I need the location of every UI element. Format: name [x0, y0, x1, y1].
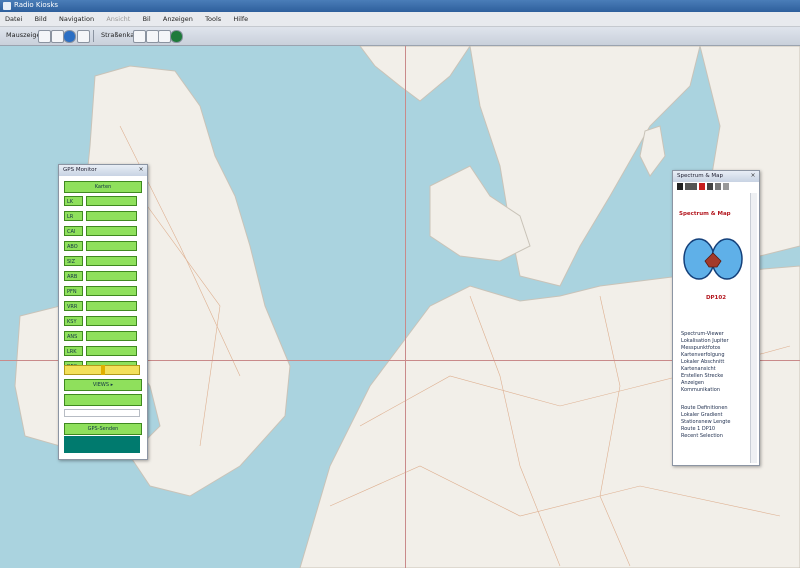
- info-line: Recent Selection: [681, 433, 723, 439]
- row-bar-siz[interactable]: [86, 256, 137, 266]
- menu-item-bild[interactable]: Bild: [30, 12, 52, 26]
- info-panel-title-bar: Spectrum & Map ×: [673, 171, 759, 182]
- info-line: Lokaler Gradient: [681, 412, 723, 418]
- row-bar-lrk[interactable]: [86, 346, 137, 356]
- info-line: Anzeigen: [681, 380, 705, 386]
- station-code: DP102: [705, 295, 727, 301]
- row-bar-pfn[interactable]: [86, 286, 137, 296]
- toolbar-separator: [93, 30, 94, 42]
- title-bar: Radio Kiosks: [0, 0, 800, 12]
- row-bar-ksy[interactable]: [86, 316, 137, 326]
- grid-line-vertical: [405, 46, 406, 568]
- globe-icon[interactable]: [63, 30, 76, 43]
- row-label-siz[interactable]: SIZ: [64, 256, 83, 266]
- info-line: Lokaler Abschnitt: [681, 359, 725, 365]
- info-text-block-2: Route Definitionen Lokaler Gradient Stat…: [673, 405, 751, 440]
- info-line: Erstellen Strecke: [681, 373, 724, 379]
- close-icon[interactable]: ×: [137, 166, 145, 174]
- window-title: Radio Kiosks: [14, 1, 59, 9]
- menu-item-navigation[interactable]: Navigation: [54, 12, 99, 26]
- menu-item-tools[interactable]: Tools: [200, 12, 226, 26]
- info-line: Kartenverfolgung: [681, 352, 725, 358]
- row-label-ans[interactable]: ANS: [64, 331, 83, 341]
- marker-icon[interactable]: [699, 183, 705, 190]
- gps-send-button[interactable]: GPS-Senden: [64, 423, 142, 435]
- row-bar-lr[interactable]: [86, 211, 137, 221]
- app-icon: [3, 2, 11, 10]
- record-icon[interactable]: [677, 183, 683, 190]
- settings-icon[interactable]: [723, 183, 729, 190]
- row-bar-cai[interactable]: [86, 226, 137, 236]
- menu-item-ansicht[interactable]: Ansicht: [101, 12, 135, 26]
- row-label-lk[interactable]: LK: [64, 196, 83, 206]
- karten-button[interactable]: Karten: [64, 181, 142, 193]
- row-label-ksy[interactable]: KSY: [64, 316, 83, 326]
- info-scrollbar[interactable]: [750, 193, 757, 463]
- info-line: Lokalisation Jupiter: [681, 338, 729, 344]
- gps-panel-title-bar: GPS Monitor ×: [59, 165, 147, 176]
- spectrum-icon[interactable]: [685, 183, 697, 190]
- info-toolbar: [677, 183, 755, 192]
- spare-button[interactable]: [64, 394, 142, 406]
- menu-item-anzeigen[interactable]: Anzeigen: [158, 12, 198, 26]
- info-line: Kommunikation: [681, 387, 721, 393]
- zoom-tool-button[interactable]: [77, 30, 90, 43]
- row-bar-lk[interactable]: [86, 196, 137, 206]
- info-line: Messpunktfotos: [681, 345, 721, 351]
- toolbar: Mauszeiger Straßenkarte: [0, 27, 800, 46]
- info-text-block-1: Spectrum-Viewer Lokalisation Jupiter Mes…: [673, 331, 751, 394]
- row-bar-arb[interactable]: [86, 271, 137, 281]
- row-bar-abo[interactable]: [86, 241, 137, 251]
- info-line: Stationsnew Lengte: [681, 419, 731, 425]
- spectrum-map-panel: Spectrum & Map × Spectrum & Map DP102 Sp…: [672, 170, 760, 466]
- globe-map-icon: [683, 238, 743, 280]
- land-norway: [359, 46, 471, 102]
- list-icon[interactable]: [715, 183, 721, 190]
- views-button[interactable]: VIEWS ▸: [64, 379, 142, 391]
- row-label-vrr[interactable]: VRR: [64, 301, 83, 311]
- menu-bar: Datei Bild Navigation Ansicht Bil Anzeig…: [0, 12, 800, 27]
- row-bar-vrr[interactable]: [86, 301, 137, 311]
- gps-monitor-panel: GPS Monitor × Karten LK LR CAI ABO SIZ A…: [58, 164, 148, 460]
- menu-item-hilfe[interactable]: Hilfe: [228, 12, 253, 26]
- gps-panel-title: GPS Monitor: [63, 167, 97, 173]
- record-icon[interactable]: [170, 30, 183, 43]
- info-line: Route Definitionen: [681, 405, 728, 411]
- signal-level-marker[interactable]: [101, 365, 105, 375]
- row-label-arb[interactable]: ARB: [64, 271, 83, 281]
- row-label-cai[interactable]: CAI: [64, 226, 83, 236]
- pointer-tool-button[interactable]: [38, 30, 51, 43]
- info-heading: Spectrum & Map: [679, 211, 731, 217]
- layer-dropdown-button[interactable]: [133, 30, 146, 43]
- status-field: [64, 409, 140, 417]
- play-icon[interactable]: [707, 183, 713, 190]
- teal-footer: [64, 436, 140, 453]
- row-label-lr[interactable]: LR: [64, 211, 83, 221]
- row-label-lrk[interactable]: LRK: [64, 346, 83, 356]
- info-panel-title: Spectrum & Map: [677, 173, 724, 179]
- info-line: Kartenansicht: [681, 366, 716, 372]
- info-line: Spectrum-Viewer: [681, 331, 724, 337]
- row-label-pfn[interactable]: PFN: [64, 286, 83, 296]
- row-label-abo[interactable]: ABO: [64, 241, 83, 251]
- menu-item-bil[interactable]: Bil: [138, 12, 156, 26]
- info-line: Route 1 DP10: [681, 426, 716, 432]
- close-icon[interactable]: ×: [749, 172, 757, 180]
- menu-item-datei[interactable]: Datei: [0, 12, 27, 26]
- signal-level-bar[interactable]: [64, 365, 140, 375]
- row-bar-ans[interactable]: [86, 331, 137, 341]
